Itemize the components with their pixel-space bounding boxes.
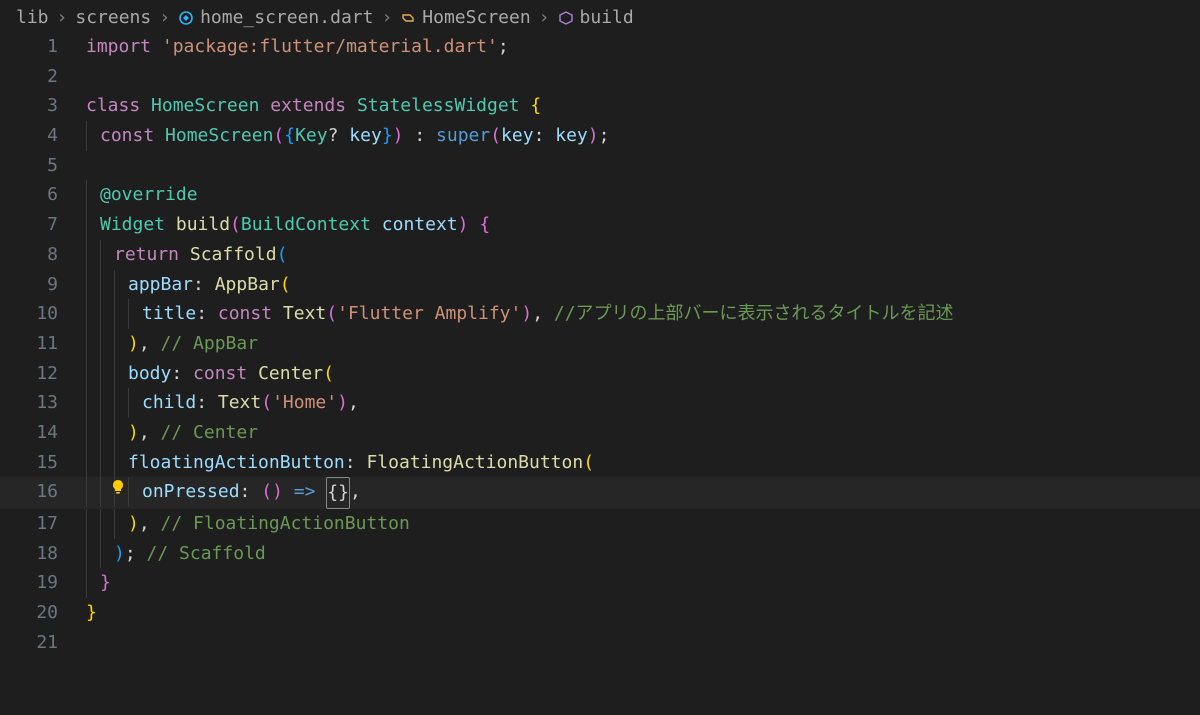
code-line[interactable]: 10title: const Text('Flutter Amplify'), … xyxy=(0,299,1200,329)
code-line[interactable]: 4const HomeScreen({Key? key}) : super(ke… xyxy=(0,121,1200,151)
line-number: 4 xyxy=(0,121,86,151)
dart-file-icon xyxy=(178,10,194,26)
code-line[interactable]: 18); // Scaffold xyxy=(0,539,1200,569)
breadcrumb-label: lib xyxy=(16,3,49,33)
code-line[interactable]: 1import 'package:flutter/material.dart'; xyxy=(0,32,1200,62)
code-line[interactable]: 16onPressed: () => {}, xyxy=(0,477,1200,509)
breadcrumb-item-lib[interactable]: lib xyxy=(16,3,49,33)
code-content: Widget build(BuildContext context) { xyxy=(86,210,490,240)
code-content: title: const Text('Flutter Amplify'), //… xyxy=(86,299,954,329)
code-line[interactable]: 19} xyxy=(0,568,1200,598)
method-icon xyxy=(558,10,574,26)
code-content: ), // Center xyxy=(86,418,258,448)
line-number: 12 xyxy=(0,359,86,389)
code-content: appBar: AppBar( xyxy=(86,270,291,300)
line-number: 15 xyxy=(0,448,86,478)
code-line[interactable]: 17), // FloatingActionButton xyxy=(0,509,1200,539)
line-number: 18 xyxy=(0,539,86,569)
line-number: 5 xyxy=(0,151,86,181)
code-line[interactable]: 3class HomeScreen extends StatelessWidge… xyxy=(0,91,1200,121)
code-content: floatingActionButton: FloatingActionButt… xyxy=(86,448,594,478)
line-number: 2 xyxy=(0,62,86,92)
code-line[interactable]: 21 xyxy=(0,628,1200,658)
code-content: } xyxy=(86,598,97,628)
chevron-right-icon: › xyxy=(539,3,550,33)
code-line[interactable]: 15floatingActionButton: FloatingActionBu… xyxy=(0,448,1200,478)
line-number: 19 xyxy=(0,568,86,598)
line-number: 10 xyxy=(0,299,86,329)
line-number: 20 xyxy=(0,598,86,628)
code-editor[interactable]: 1import 'package:flutter/material.dart';… xyxy=(0,32,1200,657)
code-content: const HomeScreen({Key? key}) : super(key… xyxy=(86,121,609,151)
line-number: 3 xyxy=(0,91,86,121)
code-line[interactable]: 8return Scaffold( xyxy=(0,240,1200,270)
code-content: return Scaffold( xyxy=(86,240,287,270)
breadcrumb-item-file[interactable]: home_screen.dart xyxy=(178,3,373,33)
code-line[interactable]: 5 xyxy=(0,151,1200,181)
code-line[interactable]: 14), // Center xyxy=(0,418,1200,448)
line-number: 11 xyxy=(0,329,86,359)
breadcrumb-item-method[interactable]: build xyxy=(558,3,634,33)
line-number: 1 xyxy=(0,32,86,62)
code-content: ), // AppBar xyxy=(86,329,258,359)
code-content: } xyxy=(86,568,111,598)
code-line[interactable]: 6@override xyxy=(0,180,1200,210)
code-content: import 'package:flutter/material.dart'; xyxy=(86,32,509,62)
line-number: 21 xyxy=(0,628,86,658)
line-number: 14 xyxy=(0,418,86,448)
code-line[interactable]: 7Widget build(BuildContext context) { xyxy=(0,210,1200,240)
line-number: 6 xyxy=(0,180,86,210)
line-number: 16 xyxy=(0,477,86,507)
code-line[interactable]: 13child: Text('Home'), xyxy=(0,388,1200,418)
code-line[interactable]: 2 xyxy=(0,62,1200,92)
line-number: 13 xyxy=(0,388,86,418)
code-line[interactable]: 9appBar: AppBar( xyxy=(0,270,1200,300)
breadcrumb-item-screens[interactable]: screens xyxy=(75,3,151,33)
code-content: class HomeScreen extends StatelessWidget… xyxy=(86,91,541,121)
code-line[interactable]: 20} xyxy=(0,598,1200,628)
code-content: ); // Scaffold xyxy=(86,539,266,569)
code-line[interactable]: 11), // AppBar xyxy=(0,329,1200,359)
breadcrumb-label: screens xyxy=(75,3,151,33)
breadcrumb: lib › screens › home_screen.dart › HomeS… xyxy=(0,0,1200,32)
line-number: 9 xyxy=(0,270,86,300)
line-number: 7 xyxy=(0,210,86,240)
breadcrumb-label: home_screen.dart xyxy=(200,3,373,33)
chevron-right-icon: › xyxy=(159,3,170,33)
code-content: onPressed: () => {}, xyxy=(86,477,361,509)
breadcrumb-label: HomeScreen xyxy=(422,3,530,33)
lightbulb-icon[interactable] xyxy=(110,479,126,495)
code-content: body: const Center( xyxy=(86,359,334,389)
code-content: @override xyxy=(86,180,198,210)
chevron-right-icon: › xyxy=(57,3,68,33)
breadcrumb-item-class[interactable]: HomeScreen xyxy=(400,3,530,33)
breadcrumb-label: build xyxy=(580,3,634,33)
code-content: child: Text('Home'), xyxy=(86,388,359,418)
line-number: 17 xyxy=(0,509,86,539)
code-content: ), // FloatingActionButton xyxy=(86,509,410,539)
chevron-right-icon: › xyxy=(381,3,392,33)
code-line[interactable]: 12body: const Center( xyxy=(0,359,1200,389)
line-number: 8 xyxy=(0,240,86,270)
class-icon xyxy=(400,10,416,26)
